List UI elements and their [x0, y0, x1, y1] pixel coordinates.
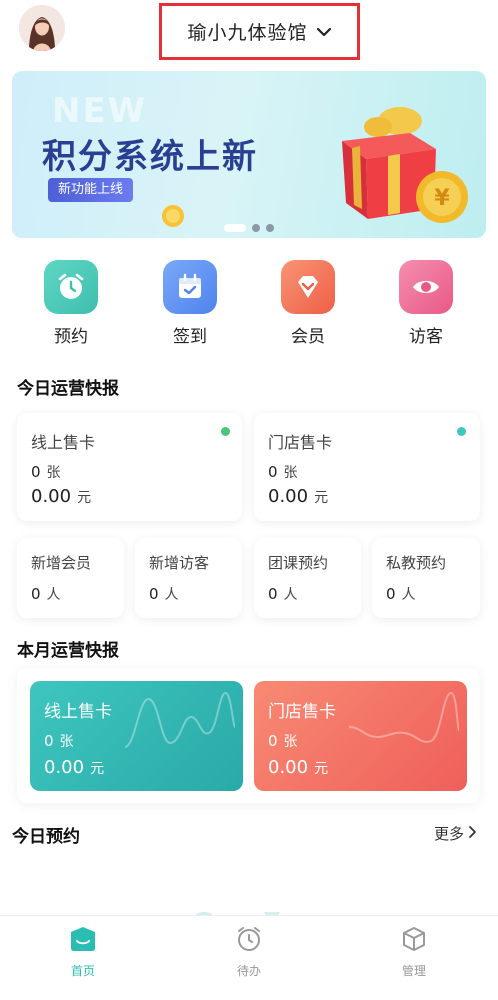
card-value: 0人: [386, 585, 416, 603]
today-new-visitors-card[interactable]: 新增访客 0人: [135, 538, 242, 618]
today-report-title: 今日运营快报: [17, 379, 119, 399]
card-title: 新增访客: [149, 554, 210, 572]
tab-manage[interactable]: 管理: [374, 926, 454, 979]
quick-action-appointment[interactable]: 预约: [26, 260, 116, 347]
card-title: 门店售卡: [268, 433, 333, 452]
month-online-card[interactable]: 线上售卡 0张 0.00 元: [30, 681, 243, 791]
quick-action-visitor[interactable]: 访客: [381, 260, 471, 347]
card-count: 0张: [31, 463, 61, 481]
eye-icon: [399, 260, 453, 314]
banner-title: 积分系统上新: [42, 137, 258, 177]
gift-box-icon: ¥: [330, 99, 480, 233]
today-appointments-title: 今日预约: [12, 827, 80, 847]
card-count: 0张: [44, 732, 74, 750]
trend-wave-decoration: [125, 691, 235, 748]
card-value: 0人: [268, 585, 298, 603]
banner-ghost-text: NEW: [52, 91, 148, 131]
month-store-card[interactable]: 门店售卡 0张 0.00 元: [254, 681, 467, 791]
quick-action-label: 会员: [291, 327, 325, 347]
card-value: 0人: [149, 585, 179, 603]
store-selector[interactable]: 瑜小九体验馆: [159, 3, 360, 60]
svg-text:¥: ¥: [434, 186, 450, 211]
chevron-right-icon: [468, 825, 477, 843]
cube-icon: [400, 926, 428, 956]
alarm-clock-icon: [235, 926, 263, 956]
store-name: 瑜小九体验馆: [187, 22, 308, 44]
today-group-class-card[interactable]: 团课预约 0人: [254, 538, 361, 618]
quick-action-member[interactable]: 会员: [263, 260, 353, 347]
today-store-card[interactable]: 门店售卡 0张 0.00 元: [254, 413, 480, 521]
today-private-class-card[interactable]: 私教预约 0人: [372, 538, 480, 618]
card-count: 0张: [268, 732, 298, 750]
card-title: 团课预约: [268, 554, 329, 572]
card-amount: 0.00 元: [44, 757, 105, 778]
trend-wave-decoration: [349, 691, 459, 743]
diamond-icon: [281, 260, 335, 314]
today-online-card[interactable]: 线上售卡 0张 0.00 元: [17, 413, 242, 521]
pagination-dot[interactable]: [266, 224, 274, 232]
quick-action-label: 预约: [54, 327, 88, 347]
status-dot: [457, 427, 466, 436]
month-report-title: 本月运营快报: [17, 641, 119, 661]
card-title: 门店售卡: [268, 702, 336, 722]
card-title: 线上售卡: [44, 702, 112, 722]
banner-pagination: [12, 224, 486, 232]
card-amount: 0.00 元: [31, 486, 92, 507]
quick-action-checkin[interactable]: 签到: [145, 260, 235, 347]
tab-home[interactable]: 首页: [43, 926, 123, 979]
tab-label: 首页: [70, 964, 95, 978]
card-value: 0人: [31, 585, 61, 603]
tab-label: 待办: [236, 964, 261, 978]
pagination-dot[interactable]: [224, 224, 246, 232]
promo-banner[interactable]: NEW 积分系统上新 新功能上线 ¥: [12, 71, 486, 238]
calendar-check-icon: [163, 260, 217, 314]
pagination-dot[interactable]: [252, 224, 260, 232]
avatar[interactable]: [19, 5, 65, 51]
today-new-members-card[interactable]: 新增会员 0人: [17, 538, 124, 618]
status-dot: [221, 427, 230, 436]
card-title: 线上售卡: [31, 433, 96, 452]
banner-tag: 新功能上线: [48, 178, 134, 202]
header: 瑜小九体验馆: [0, 0, 498, 66]
home-icon: [69, 926, 97, 956]
tab-todo[interactable]: 待办: [209, 926, 289, 979]
card-amount: 0.00 元: [268, 757, 329, 778]
tab-label: 管理: [401, 964, 426, 978]
card-amount: 0.00 元: [268, 486, 329, 507]
card-title: 私教预约: [386, 554, 447, 572]
quick-action-label: 访客: [409, 327, 443, 347]
more-label: 更多: [434, 825, 465, 843]
bottom-tab-bar: 首页 待办 管理: [0, 915, 498, 1000]
alarm-clock-icon: [44, 260, 98, 314]
card-count: 0张: [268, 463, 298, 481]
card-title: 新增会员: [31, 554, 92, 572]
chevron-down-icon: [316, 22, 332, 41]
quick-actions: 预约 签到 会员 访客: [0, 260, 498, 350]
quick-action-label: 签到: [173, 327, 207, 347]
more-link[interactable]: 更多: [434, 823, 477, 844]
